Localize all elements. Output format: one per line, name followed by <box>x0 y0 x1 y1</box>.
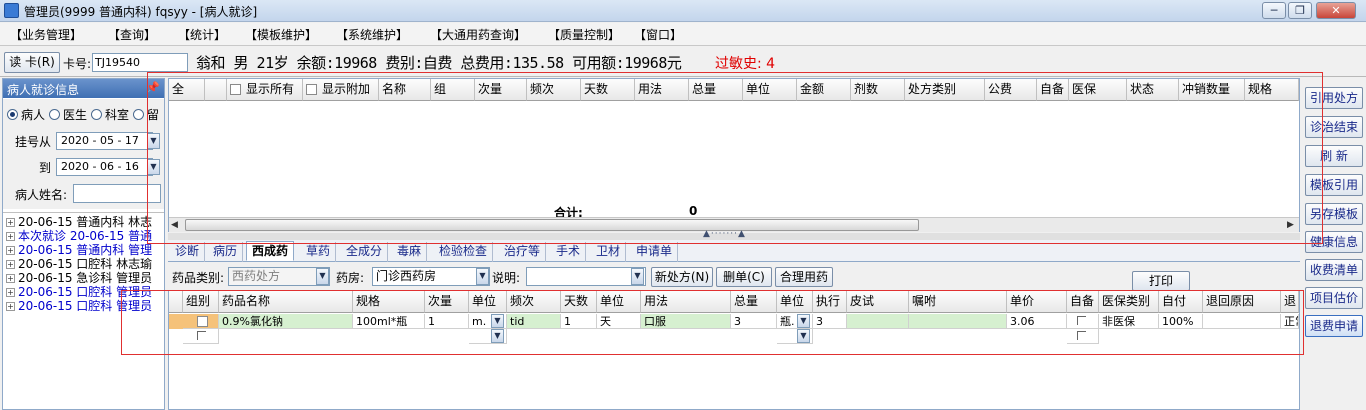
tree-item-text: 20-06-15 口腔科 林志瑜 <box>18 257 153 271</box>
expand-icon[interactable]: + <box>6 232 15 241</box>
tab-western-drugs[interactable]: 西成药 <box>246 241 295 261</box>
refund-request-button[interactable]: 退费申请 <box>1305 315 1363 337</box>
tree-item[interactable]: + 本次就诊 20-06-15 普通 <box>3 229 152 243</box>
note-dropdown[interactable]: ▼ <box>631 268 644 285</box>
reg-from-date[interactable]: 2020 - 05 - 17 <box>56 132 153 150</box>
window-title: 管理员(9999 普通内科) fqsyy - [病人就诊] <box>24 5 258 19</box>
tab-narcotic[interactable]: 毒麻 <box>392 242 428 262</box>
tab-supplies[interactable]: 卫材 <box>591 242 627 262</box>
tree-item[interactable]: +20-06-15 口腔科 林志瑜 <box>3 257 152 271</box>
radio-doctor[interactable] <box>49 109 60 120</box>
prescription-toolbar: 药品类别: 西药处方 ▼ 药房: 门诊西药房 ▼ 说明: ▼ 新处方(N) 删单… <box>168 263 1300 291</box>
expand-icon[interactable]: + <box>6 246 15 255</box>
note-label: 说明: <box>492 271 521 285</box>
drug-type-dropdown[interactable]: ▼ <box>316 268 329 285</box>
patient-summary: 翁和 男 21岁 余额:19968 费别:自费 总费用:135.58 可用额:1… <box>196 54 682 72</box>
pharmacy-label: 药房: <box>336 271 365 285</box>
radio-stay[interactable] <box>133 109 144 120</box>
app-icon <box>4 3 19 18</box>
divider <box>3 212 164 213</box>
expand-icon[interactable]: + <box>6 260 15 269</box>
menu-window[interactable]: 【窗口】 <box>634 26 682 43</box>
filter-area: 病人 医生 科室 留 挂号从 2020 - 05 - 17 ▼ 到 2020 -… <box>3 99 164 209</box>
menu-business[interactable]: 【业务管理】 <box>10 26 82 43</box>
tree-item-text: 20-06-15 普通内科 管理 <box>18 243 153 257</box>
card-label: 卡号: <box>63 57 92 71</box>
menu-query[interactable]: 【查询】 <box>108 26 156 43</box>
menu-quality[interactable]: 【质量控制】 <box>548 26 620 43</box>
menu-template[interactable]: 【模板维护】 <box>245 26 317 43</box>
tab-request[interactable]: 申请单 <box>631 242 679 262</box>
allergy-history[interactable]: 过敏史: 4 <box>715 53 775 73</box>
tab-surgery[interactable]: 手术 <box>551 242 587 262</box>
tab-lab-exam[interactable]: 检验检查 <box>434 242 494 262</box>
tree-item[interactable]: +20-06-15 普通内科 管理 <box>3 243 152 257</box>
expand-icon[interactable]: + <box>6 288 15 297</box>
fee-list-button[interactable]: 收费清单 <box>1305 259 1363 281</box>
drug-type-label: 药品类别: <box>172 271 225 285</box>
tab-full-ingredient[interactable]: 全成分 <box>341 242 389 262</box>
card-number-input[interactable]: TJ19540 <box>92 53 188 72</box>
delete-prescription-button[interactable]: 删单(C) <box>716 267 772 287</box>
panel-title: 病人就诊信息 📌 <box>3 79 164 98</box>
tab-treatment[interactable]: 治疗等 <box>499 242 547 262</box>
tab-herbal[interactable]: 草药 <box>301 242 337 262</box>
annotation-box-top <box>147 72 1323 244</box>
radio-department-label: 科室 <box>105 108 130 122</box>
tree-item-text: 20-06-15 急诊科 管理员 <box>18 271 153 285</box>
visit-info-panel: 病人就诊信息 📌 病人 医生 科室 留 挂号从 2020 - 05 - 17 ▼… <box>2 78 165 410</box>
tab-diagnosis[interactable]: 诊断 <box>170 242 206 262</box>
expand-icon[interactable]: + <box>6 218 15 227</box>
annotation-box-bottom <box>121 290 1304 355</box>
radio-department[interactable] <box>91 109 102 120</box>
note-select[interactable] <box>526 267 646 286</box>
tree-item-text: 本次就诊 20-06-15 普通 <box>18 229 153 243</box>
tree-item[interactable]: +20-06-15 普通内科 林志 <box>3 215 152 229</box>
tree-item[interactable]: +20-06-15 急诊科 管理员 <box>3 271 152 285</box>
new-prescription-button[interactable]: 新处方(N) <box>651 267 713 287</box>
patient-name-label: 病人姓名: <box>15 188 68 202</box>
menu-bar: 【业务管理】 【查询】 【统计】 【模板维护】 【系统维护】 【大通用药查询】 … <box>0 23 1366 46</box>
item-estimate-button[interactable]: 项目估价 <box>1305 287 1363 309</box>
rational-drug-button[interactable]: 合理用药 <box>775 267 833 287</box>
read-card-button[interactable]: 读 卡(R) <box>4 52 60 73</box>
tree-item-text: 20-06-15 普通内科 林志 <box>18 215 153 229</box>
expand-icon[interactable]: + <box>6 302 15 311</box>
radio-doctor-label: 医生 <box>63 108 88 122</box>
close-button[interactable]: ✕ <box>1316 2 1356 19</box>
tab-medical-record[interactable]: 病历 <box>208 242 244 262</box>
reg-from-label: 挂号从 <box>15 135 52 149</box>
pharmacy-select[interactable]: 门诊西药房 <box>372 267 490 286</box>
pharmacy-dropdown[interactable]: ▼ <box>476 268 489 285</box>
menu-system[interactable]: 【系统维护】 <box>336 26 408 43</box>
reg-to-label: 到 <box>39 161 52 175</box>
print-button[interactable]: 打印 <box>1132 271 1190 291</box>
drug-type-select[interactable]: 西药处方 <box>228 267 330 286</box>
minimize-button[interactable]: ─ <box>1262 2 1286 19</box>
radio-patient-label: 病人 <box>21 108 46 122</box>
radio-patient[interactable] <box>7 109 18 120</box>
menu-drug-query[interactable]: 【大通用药查询】 <box>430 26 526 43</box>
reg-to-date[interactable]: 2020 - 06 - 16 <box>56 158 153 176</box>
menu-stats[interactable]: 【统计】 <box>178 26 226 43</box>
title-bar: 管理员(9999 普通内科) fqsyy - [病人就诊] ─ ❐ ✕ <box>0 0 1366 22</box>
panel-title-text: 病人就诊信息 <box>7 83 80 97</box>
expand-icon[interactable]: + <box>6 274 15 283</box>
maximize-button[interactable]: ❐ <box>1288 2 1312 19</box>
